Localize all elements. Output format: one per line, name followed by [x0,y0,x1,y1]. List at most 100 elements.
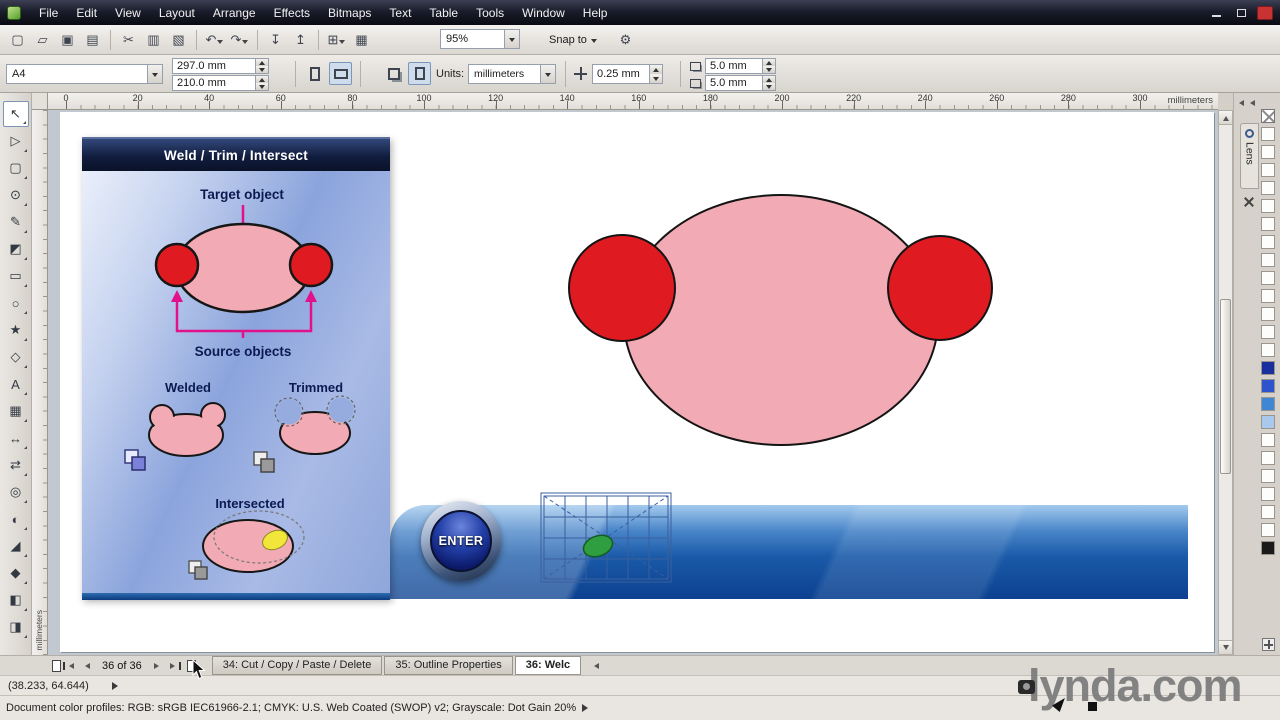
target-ellipse-object[interactable] [623,194,939,446]
toolbar-copy-button[interactable]: ▥ [142,28,165,51]
options-button[interactable]: ⚙ [614,28,637,51]
page-size-dropdown-button[interactable] [147,65,162,83]
palette-swatch[interactable] [1261,451,1275,465]
vertical-ruler[interactable]: millimeters [32,110,48,655]
toolbar-undo-button[interactable]: ↶ [203,28,226,51]
previous-page-button[interactable] [78,658,95,674]
toolbar-new-document-button[interactable]: ▢ [6,28,29,51]
spin-down-icon[interactable] [256,66,268,73]
spin-up-icon[interactable] [256,59,268,66]
toolbar-open-button[interactable]: ▱ [31,28,54,51]
menu-bitmaps[interactable]: Bitmaps [319,1,380,25]
fill-tool[interactable]: ◧ [3,587,29,613]
duplicate-y-spinner[interactable] [763,75,776,91]
status-expander-icon[interactable] [112,681,122,690]
first-page-button[interactable] [61,658,78,674]
menu-window[interactable]: Window [513,1,574,25]
pick-tool[interactable]: ↖ [2,101,29,127]
landscape-button[interactable] [329,62,352,85]
table-wireframe-object[interactable] [540,490,675,585]
minimize-button[interactable] [1207,6,1225,20]
all-pages-button[interactable] [382,62,405,85]
palette-swatch[interactable] [1261,343,1275,357]
docker-close-icon[interactable] [1244,197,1254,207]
page-width-field[interactable]: 297.0 mm [172,58,256,74]
spin-down-icon[interactable] [763,66,775,73]
toolbar-print-button[interactable]: ▤ [81,28,104,51]
nudge-spinner[interactable] [650,64,663,84]
scroll-up-button[interactable] [1219,111,1232,125]
vertical-scrollbar-thumb[interactable] [1220,299,1231,474]
palette-swatch[interactable] [1261,199,1275,213]
spin-up-icon[interactable] [763,59,775,66]
rectangle-tool[interactable]: ▭ [3,263,29,289]
tab-scroll-left-button[interactable] [587,658,604,674]
redo-dropdown-caret[interactable] [242,39,249,47]
close-button[interactable] [1257,5,1273,20]
palette-expand-button[interactable] [1262,638,1275,651]
palette-swatch[interactable] [1261,235,1275,249]
units-combobox[interactable]: millimeters [468,64,556,84]
page-width-spinner[interactable] [256,58,269,74]
palette-swatch[interactable] [1261,127,1275,141]
menu-table[interactable]: Table [420,1,467,25]
menu-file[interactable]: File [30,1,67,25]
toolbar-redo-button[interactable]: ↷ [228,28,251,51]
spin-up-icon[interactable] [256,76,268,83]
drawing-canvas[interactable]: Weld / Trim / Intersect Target object So… [48,110,1218,655]
spin-up-icon[interactable] [763,76,775,83]
ellipse-tool[interactable]: ○ [3,290,29,316]
shape-tool[interactable]: ▷ [3,128,29,154]
source-circle-left-object[interactable] [568,234,676,342]
toolbar-import-button[interactable]: ↧ [264,28,287,51]
scroll-down-button[interactable] [1219,640,1232,654]
page-height-spinner[interactable] [256,75,269,91]
docker-collapse-button[interactable] [1237,96,1255,109]
palette-swatch[interactable] [1261,541,1275,555]
docker-tab-lens[interactable]: Lens [1240,123,1259,189]
transparency-tool[interactable]: ◐ [3,506,29,532]
next-page-button[interactable] [149,658,166,674]
basic-shapes-tool[interactable]: ◇ [3,344,29,370]
spin-up-icon[interactable] [650,65,662,74]
parallel-dimension-tool[interactable]: ↔ [3,425,29,451]
palette-swatch[interactable] [1261,307,1275,321]
palette-swatch[interactable] [1261,289,1275,303]
palette-swatch[interactable] [1261,487,1275,501]
palette-swatch[interactable] [1261,271,1275,285]
palette-swatch[interactable] [1261,163,1275,177]
toolbar-cut-button[interactable]: ✂ [117,28,140,51]
toolbar-paste-button[interactable]: ▧ [167,28,190,51]
palette-swatch[interactable] [1261,145,1275,159]
polygon-tool[interactable]: ★ [3,317,29,343]
restore-button[interactable] [1232,6,1250,20]
palette-swatch[interactable] [1261,505,1275,519]
crop-tool[interactable]: ▢ [3,155,29,181]
page-tab[interactable]: 34: Cut / Copy / Paste / Delete [211,656,383,675]
spin-down-icon[interactable] [763,83,775,90]
spin-down-icon[interactable] [650,74,662,83]
text-tool[interactable]: A [3,371,29,397]
palette-swatch[interactable] [1261,253,1275,267]
palette-swatch[interactable] [1261,379,1275,393]
palette-swatch[interactable] [1261,433,1275,447]
spin-down-icon[interactable] [256,83,268,90]
blue-banner-object[interactable] [390,505,1188,599]
toolbar-save-button[interactable]: ▣ [56,28,79,51]
menu-view[interactable]: View [106,1,150,25]
portrait-button[interactable] [303,62,326,85]
ruler-origin[interactable] [32,93,48,110]
palette-swatch[interactable] [1261,181,1275,195]
current-page-button[interactable] [408,62,431,85]
no-color-swatch[interactable] [1261,109,1275,123]
palette-swatch[interactable] [1261,361,1275,375]
page-tab[interactable]: 35: Outline Properties [384,656,513,675]
page-tab[interactable]: 36: Welc [514,656,582,675]
zoom-dropdown-button[interactable] [504,30,519,48]
zoom-level-combobox[interactable]: 95% [440,29,520,49]
undo-dropdown-caret[interactable] [217,39,224,47]
palette-swatch[interactable] [1261,469,1275,483]
palette-swatch[interactable] [1261,415,1275,429]
palette-swatch[interactable] [1261,217,1275,231]
snap-to-dropdown[interactable]: Snap to [543,30,603,50]
